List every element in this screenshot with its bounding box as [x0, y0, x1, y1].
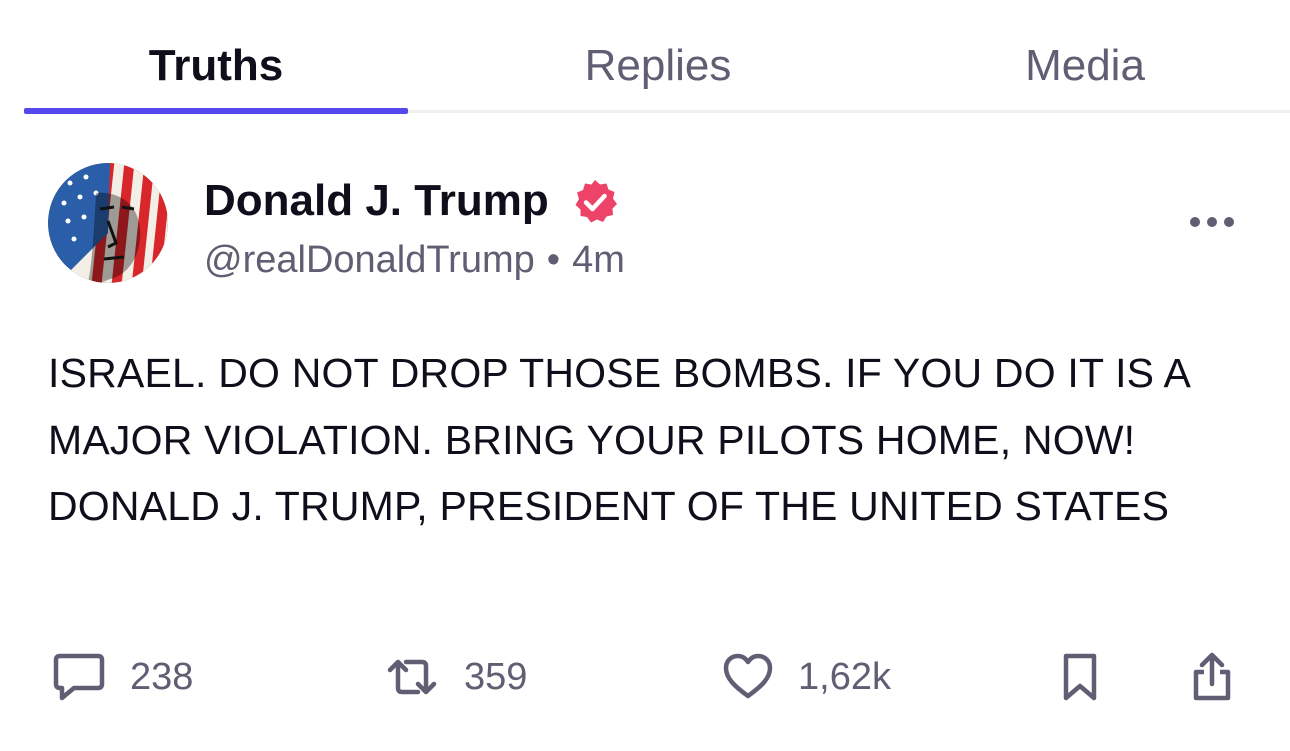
- bookmark-icon: [1060, 650, 1100, 704]
- retruth-button[interactable]: 359: [384, 650, 527, 704]
- tab-replies[interactable]: Replies: [466, 38, 850, 94]
- share-button[interactable]: [1188, 650, 1236, 704]
- reply-button[interactable]: 238: [52, 650, 193, 704]
- reply-count: 238: [130, 656, 194, 698]
- verified-check-icon: [571, 178, 619, 226]
- post-timestamp[interactable]: 4m: [572, 239, 625, 281]
- more-horizontal-icon[interactable]: [1186, 208, 1238, 236]
- retruth-count: 359: [464, 656, 528, 698]
- profile-tabs: Truths Replies Media: [0, 0, 1290, 114]
- meta-separator: •: [546, 239, 561, 281]
- post-text: ISRAEL. DO NOT DROP THOSE BOMBS. IF YOU …: [48, 350, 1189, 529]
- avatar[interactable]: [48, 163, 168, 283]
- bookmark-button[interactable]: [1060, 650, 1100, 704]
- tab-media[interactable]: Media: [893, 38, 1277, 94]
- comment-bubble-icon: [52, 650, 106, 704]
- share-icon: [1188, 650, 1236, 704]
- author-display-name[interactable]: Donald J. Trump: [204, 176, 549, 226]
- author-handle[interactable]: @realDonaldTrump: [204, 239, 535, 281]
- active-tab-indicator: [24, 108, 408, 114]
- heart-icon: [722, 650, 774, 704]
- like-button[interactable]: 1,62k: [722, 650, 891, 704]
- like-count: 1,62k: [798, 656, 891, 698]
- author-meta: @realDonaldTrump • 4m: [204, 236, 625, 284]
- repost-arrows-icon: [384, 650, 440, 704]
- tab-truths[interactable]: Truths: [24, 38, 408, 94]
